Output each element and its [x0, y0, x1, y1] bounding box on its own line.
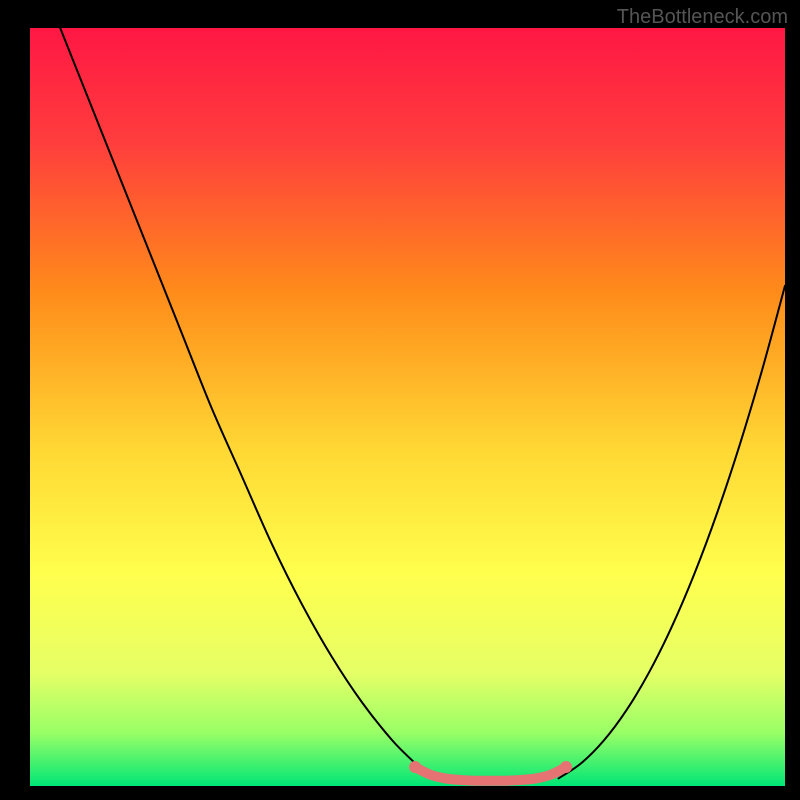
bottleneck-chart	[0, 0, 800, 800]
watermark-text: TheBottleneck.com	[617, 6, 788, 29]
chart-container: TheBottleneck.com	[0, 0, 800, 800]
plot-background	[30, 28, 785, 786]
band-endpoint	[409, 761, 421, 773]
band-endpoint	[560, 761, 572, 773]
